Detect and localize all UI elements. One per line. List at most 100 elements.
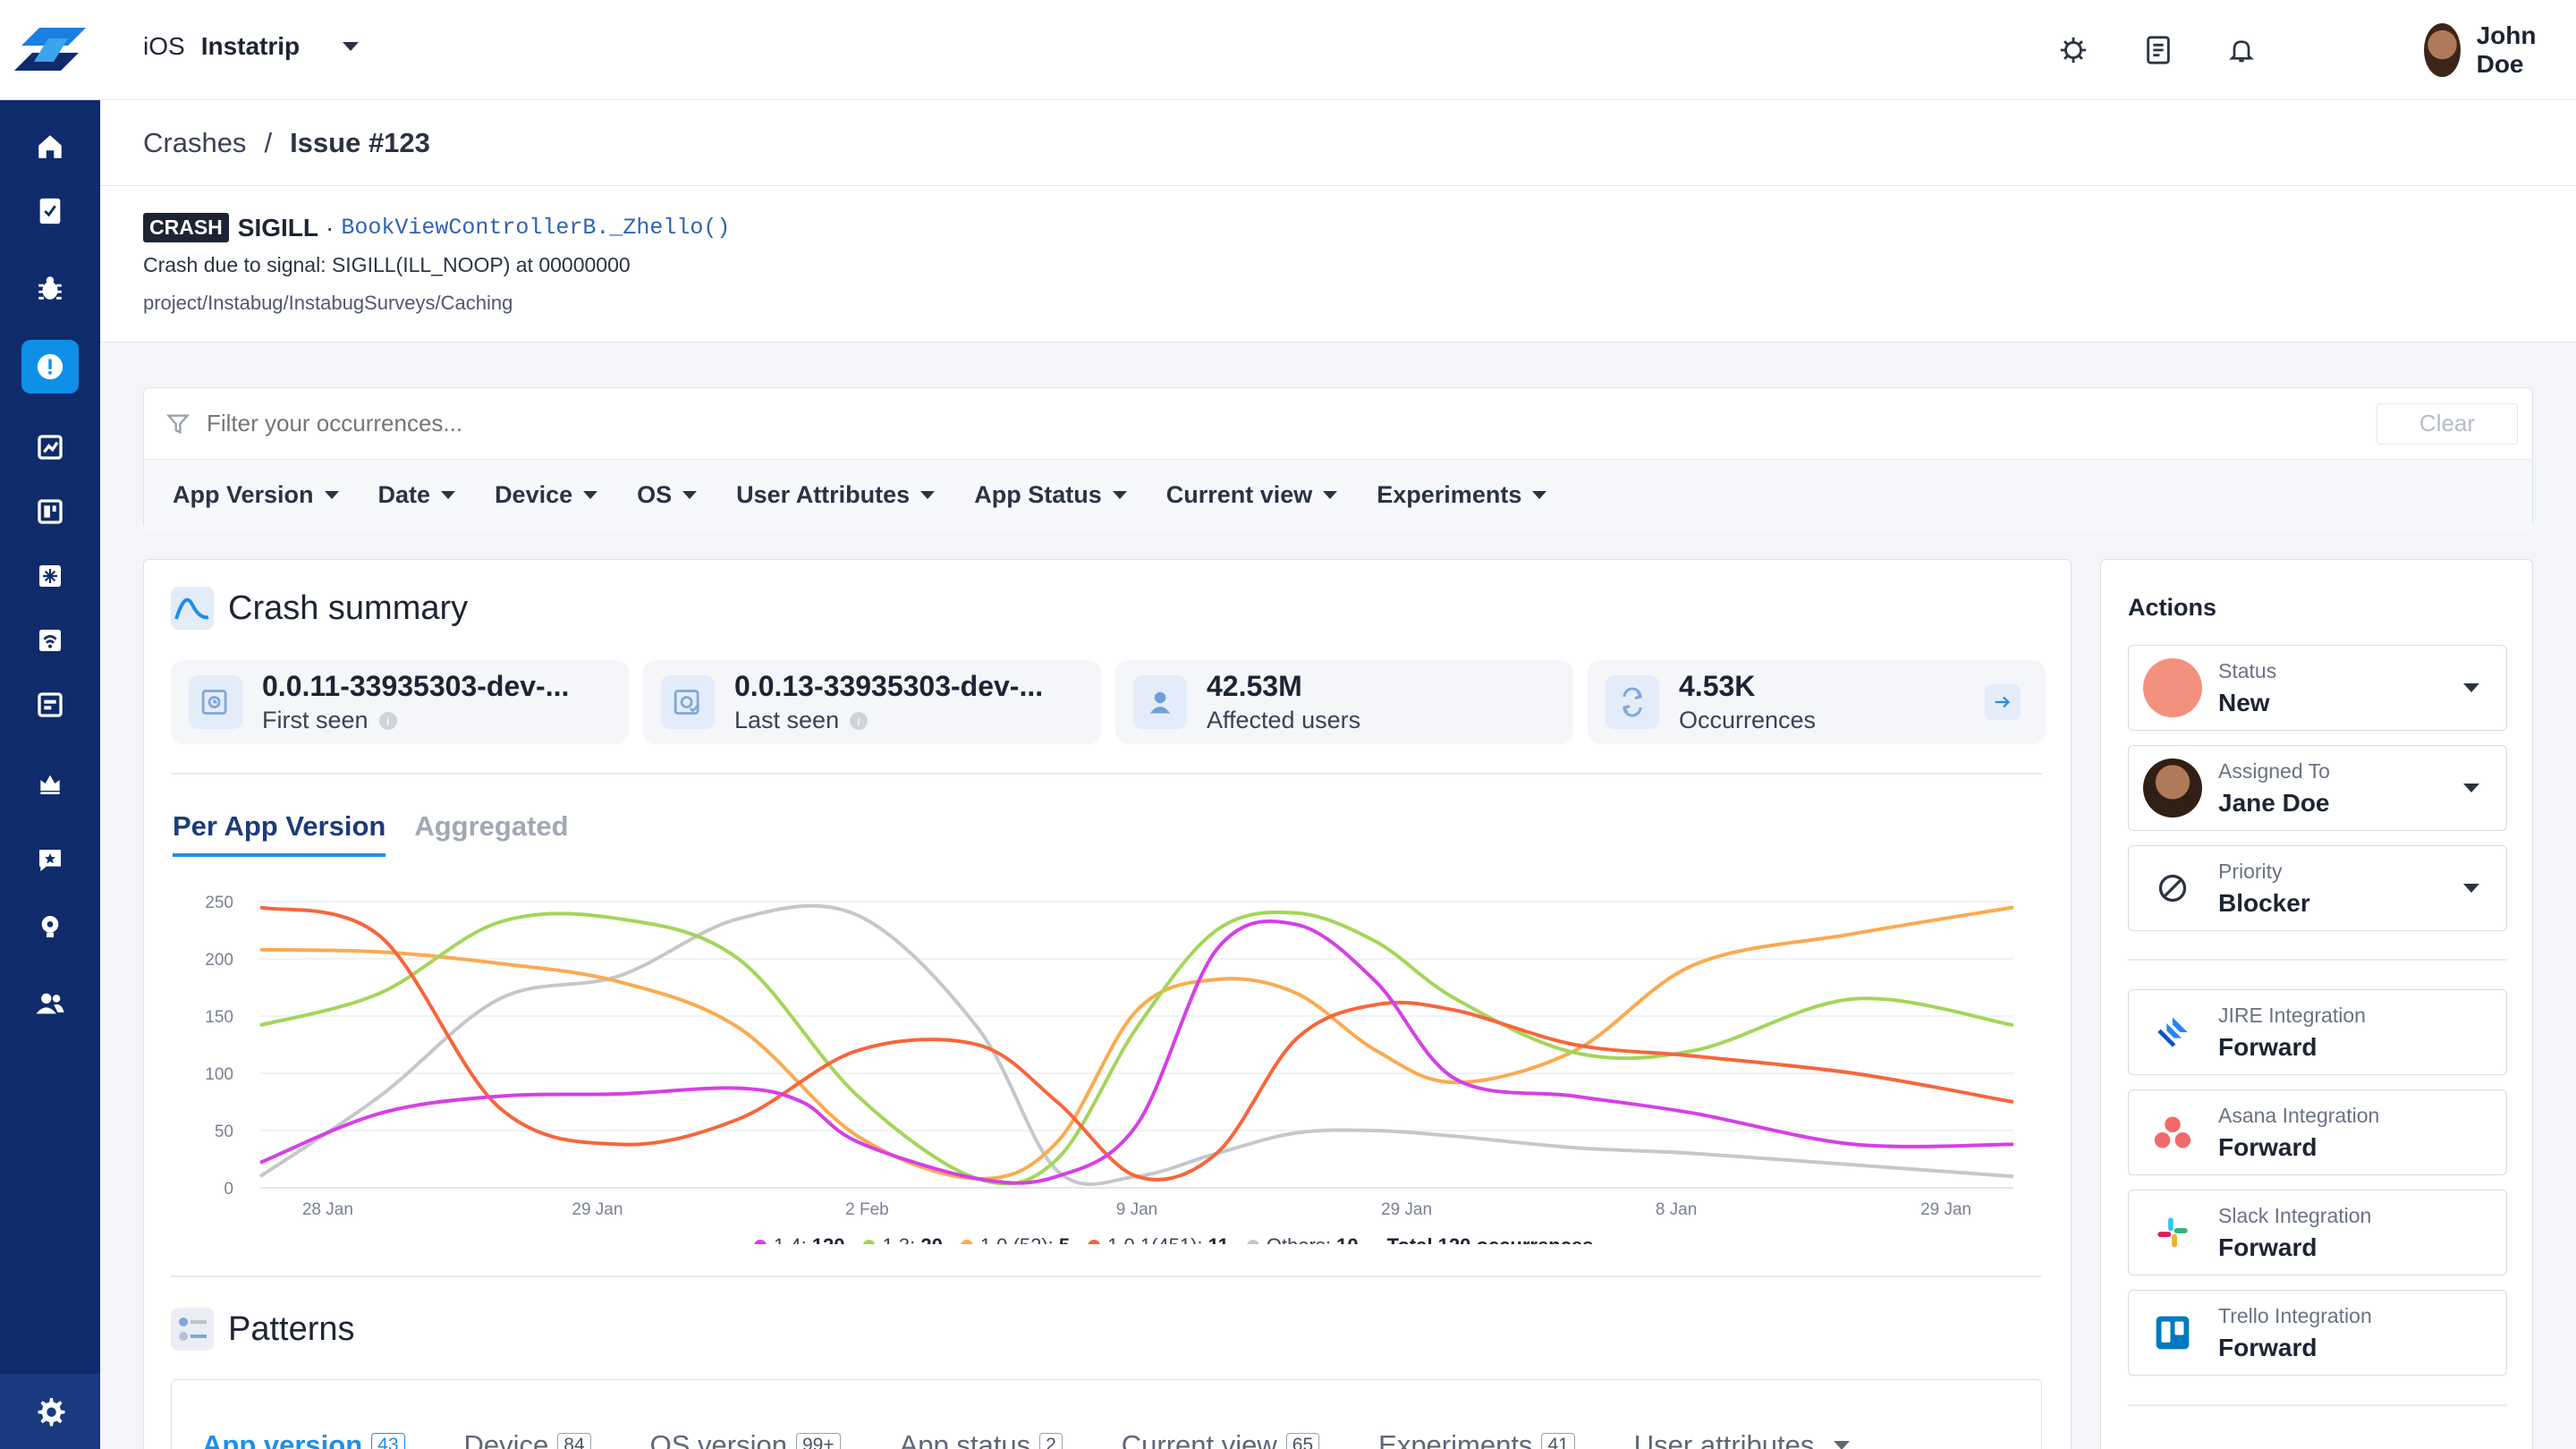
legend-dot <box>754 1240 767 1244</box>
crash-badge: CRASH <box>143 213 229 242</box>
blocker-icon <box>2158 874 2187 902</box>
legend-entry[interactable]: Others: 10 <box>1267 1234 1359 1244</box>
crash-summary-card: Crash summary 0.0.11-33935303-dev-... Fi… <box>143 559 2072 1449</box>
stat-first-seen: 0.0.11-33935303-dev-... First seen i <box>171 660 629 744</box>
last-seen-label: Last seen <box>734 707 840 733</box>
filter-chip-app-status[interactable]: App Status <box>974 481 1127 509</box>
crash-summary-title: Crash summary <box>228 589 469 627</box>
filter-chip-label: Date <box>377 480 431 508</box>
tab-per-app-version[interactable]: Per App Version <box>173 810 386 857</box>
x-tick-label: 29 Jan <box>572 1200 623 1219</box>
pattern-tab-os-version[interactable]: OS version 99+ <box>650 1403 841 1449</box>
debug-button[interactable] <box>2055 32 2091 68</box>
pattern-tab-app-status[interactable]: App status 2 <box>900 1403 1063 1449</box>
occurrences-value: 4.53K <box>1679 670 1756 702</box>
chevron-down-icon <box>583 490 598 499</box>
notifications-button[interactable] <box>2224 32 2259 68</box>
patterns-tab-bar: App version 43 Device 84 OS version 99+ App st… <box>171 1379 2042 1449</box>
nav-launches[interactable] <box>21 757 79 810</box>
logo[interactable] <box>0 0 100 100</box>
clear-button[interactable]: Clear <box>2377 402 2518 445</box>
filter-chip-date[interactable]: Date <box>378 481 456 509</box>
stat-last-seen: 0.0.13-33935303-dev-... Last seen i <box>643 660 1101 744</box>
pattern-tab-label: User attributes <box>1633 1428 1815 1449</box>
status-label: Status <box>2218 658 2277 682</box>
filter-chip-app-version[interactable]: App Version <box>173 481 339 509</box>
assignee-dropdown[interactable]: Assigned To Jane Doe <box>2128 745 2507 831</box>
filter-chip-label: App Status <box>974 480 1102 508</box>
legend-dot <box>961 1240 973 1244</box>
app-selector[interactable]: iOS Instatrip <box>143 32 360 61</box>
nav-traces[interactable] <box>21 678 79 732</box>
info-icon[interactable]: i <box>378 711 397 730</box>
pattern-tab-label: Experiments <box>1378 1428 1533 1449</box>
occurrences-link-button[interactable] <box>1985 684 2021 720</box>
docs-button[interactable] <box>2140 32 2176 68</box>
avatar <box>2422 21 2462 79</box>
pattern-tab-count: 84 <box>557 1432 591 1449</box>
filter-chip-os[interactable]: OS <box>637 481 698 509</box>
slack-label: Slack Integration <box>2218 1203 2372 1227</box>
nav-screens[interactable] <box>21 485 79 538</box>
divider <box>171 773 2042 775</box>
legend-entry[interactable]: 1.3: 20 <box>883 1234 943 1244</box>
info-icon[interactable]: i <box>850 711 869 730</box>
user-menu[interactable]: John Doe <box>2422 21 2576 79</box>
filter-chip-device[interactable]: Device <box>495 481 598 509</box>
nav-surveys[interactable] <box>21 900 79 953</box>
pattern-tab-experiments[interactable]: Experiments 41 <box>1378 1403 1575 1449</box>
crash-trend-chart: 0 50 100 150 200 250 28 Jan 29 Jan 2 Feb 9 Jan 29 … <box>205 894 2014 1244</box>
legend-entry[interactable]: 1.0.1(451): 11 <box>1107 1234 1229 1244</box>
filter-chip-experiments[interactable]: Experiments <box>1377 481 1547 509</box>
status-value: New <box>2218 688 2270 716</box>
filter-chip-user-attributes[interactable]: User Attributes <box>736 481 936 509</box>
filter-chip-label: Current view <box>1165 480 1313 508</box>
nav-app-ratings[interactable] <box>21 420 79 474</box>
filter-chips: App Version Date Device OS User Attributes Ap… <box>144 460 2532 530</box>
asana-value: Forward <box>2218 1132 2318 1161</box>
filter-input[interactable] <box>207 410 2377 437</box>
platform-label: iOS <box>143 32 185 60</box>
nav-team[interactable] <box>21 977 79 1030</box>
nav-bugs[interactable] <box>21 261 79 315</box>
first-seen-label: First seen <box>262 707 369 733</box>
legend-dot <box>1247 1240 1259 1244</box>
breadcrumb-crashes-link[interactable]: Crashes <box>143 127 246 159</box>
filter-chip-current-view[interactable]: Current view <box>1166 481 1338 509</box>
pattern-tab-device[interactable]: Device 84 <box>464 1403 591 1449</box>
trello-integration-button[interactable]: Trello Integration Forward <box>2128 1290 2507 1376</box>
priority-dropdown[interactable]: Priority Blocker <box>2128 845 2507 931</box>
assignee-label: Assigned To <box>2218 758 2330 783</box>
trello-value: Forward <box>2218 1333 2318 1361</box>
pattern-tab-current-view[interactable]: Current view 65 <box>1122 1403 1320 1449</box>
slack-integration-button[interactable]: Slack Integration Forward <box>2128 1190 2507 1275</box>
patterns-icon <box>171 1308 214 1351</box>
priority-label: Priority <box>2218 859 2283 883</box>
series-line-1-4[interactable] <box>259 919 2014 1185</box>
nav-home[interactable] <box>21 120 79 174</box>
nav-feature-requests[interactable] <box>21 834 79 887</box>
asana-integration-button[interactable]: Asana Integration Forward <box>2128 1089 2507 1175</box>
status-dropdown[interactable]: Status New <box>2128 645 2507 731</box>
nav-crashes[interactable] <box>21 340 79 394</box>
chevron-down-icon <box>682 490 698 499</box>
legend-entry[interactable]: 1.4: 120 <box>774 1234 845 1244</box>
asana-label: Asana Integration <box>2218 1103 2380 1127</box>
pattern-tab-app-version[interactable]: App version 43 <box>202 1403 405 1449</box>
nav-network[interactable] <box>21 614 79 667</box>
tab-aggregated-label: Aggregated <box>414 810 569 842</box>
jira-integration-button[interactable]: JIRE Integration Forward <box>2128 989 2507 1075</box>
crash-description: Crash due to signal: SIGILL(ILL_NOOP) at… <box>143 253 631 276</box>
pattern-tab-label: OS version <box>649 1428 787 1449</box>
nav-performance[interactable] <box>21 549 79 603</box>
series-line-1-0-52-[interactable] <box>259 905 2014 1181</box>
legend-entry[interactable]: 1.0 (52): 5 <box>980 1234 1070 1244</box>
nav-reports[interactable] <box>21 184 79 238</box>
method-name[interactable]: BookViewControllerB._Zhello() <box>341 215 730 241</box>
tab-aggregated[interactable]: Aggregated <box>414 810 568 857</box>
feedback-icon <box>39 850 61 871</box>
y-tick-label: 100 <box>205 1065 233 1084</box>
series-line-1-3[interactable] <box>259 910 2014 1186</box>
nav-settings[interactable] <box>0 1374 100 1449</box>
pattern-tab-user-attributes[interactable]: User attributes <box>1634 1403 1851 1449</box>
